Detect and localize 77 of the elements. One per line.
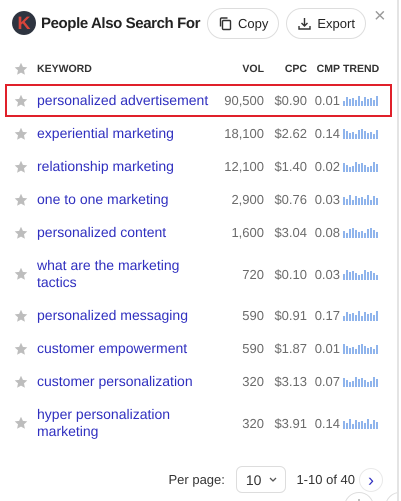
table-cell-text: 0.17 <box>314 308 340 323</box>
keyword-link[interactable]: personalized messaging <box>37 301 209 330</box>
copy-icon <box>218 16 234 30</box>
next-page-button[interactable]: › <box>359 468 383 492</box>
table-row[interactable]: personalized content 1,600 $3.04 0.08 <box>5 216 392 249</box>
trend-sparkline <box>343 376 379 387</box>
per-page-label: Per page: <box>168 472 225 487</box>
selected-row[interactable]: personalized advertisement 90,500 $0.90 0.01 <box>5 84 392 117</box>
table-cell-text: 0.14 <box>314 126 340 141</box>
table-cell-text: 0.02 <box>314 159 340 174</box>
table-cell-text: $3.91 <box>273 416 307 430</box>
column-header: KEYWORD <box>37 63 93 75</box>
trend-sparkline <box>343 268 379 280</box>
trend-sparkline <box>343 161 379 172</box>
table-cell-text: $0.90 <box>273 93 307 108</box>
table-cell-text: 1,600 <box>230 225 264 240</box>
table-cell-text: $0.76 <box>273 192 307 207</box>
star-icon <box>14 62 28 76</box>
table-cell-text: 0.14 <box>314 416 340 430</box>
keyword-link[interactable]: personalized advertisement <box>37 86 209 115</box>
column-header: VOL <box>241 63 264 75</box>
export-button[interactable]: Export <box>286 8 366 38</box>
table-cell-text: 0.08 <box>314 225 340 240</box>
trend-sparkline <box>343 194 379 205</box>
keyword-link[interactable]: hyper personalization marketing <box>37 400 209 446</box>
keyword-link[interactable]: personalized content <box>37 218 209 247</box>
trend-sparkline <box>343 227 379 238</box>
table-row[interactable]: experiential marketing 18,100 $2.62 0.14 <box>5 117 392 150</box>
column-header: CMP <box>316 63 340 75</box>
table-cell-text: 320 <box>241 416 264 430</box>
table-row[interactable]: customer empowerment 590 $1.87 0.01 <box>5 332 392 365</box>
table-cell-text: 18,100 <box>223 126 264 141</box>
table-cell-text: 90,500 <box>223 93 264 108</box>
keyword-link[interactable]: relationship marketing <box>37 152 209 181</box>
trend-sparkline <box>343 95 379 106</box>
table-cell-text: $1.87 <box>273 341 307 356</box>
per-page-select[interactable]: 10 <box>236 466 286 493</box>
logo: K <box>12 11 36 35</box>
table-cell-text: 0.01 <box>314 341 340 356</box>
download-icon <box>297 16 312 30</box>
keyword-link[interactable]: customer empowerment <box>37 334 209 363</box>
table-cell-text: $3.13 <box>273 374 307 389</box>
table-cell-text: 12,100 <box>223 159 264 174</box>
chevron-down-icon <box>269 477 278 482</box>
trend-sparkline <box>343 128 379 139</box>
page-range: 1-10 of 40 <box>296 472 355 487</box>
table-cell-text: $1.40 <box>273 159 307 174</box>
table-cell-text: 590 <box>241 341 264 356</box>
table-cell-text: $2.62 <box>273 126 307 141</box>
table-cell-text: $3.04 <box>273 225 307 240</box>
table-cell-text: 2,900 <box>230 192 264 207</box>
table-row[interactable]: personalized messaging 590 $0.91 0.17 <box>5 299 392 332</box>
table-row[interactable]: hyper personalization marketing 320 $3.91 0.14 <box>5 398 392 448</box>
table-cell-text: 0.03 <box>314 266 340 282</box>
table-cell-text: $0.10 <box>273 266 307 282</box>
table-cell-text: 0.01 <box>314 93 340 108</box>
table-cell-text: 590 <box>241 308 264 323</box>
table-row[interactable]: relationship marketing 12,100 $1.40 0.02 <box>5 150 392 183</box>
table-cell-text: 720 <box>241 266 264 282</box>
column-header: CPC <box>284 63 307 75</box>
trend-sparkline <box>343 418 379 428</box>
panel-title: People Also Search For <box>41 14 200 32</box>
table-cell-text: 0.07 <box>314 374 340 389</box>
table-row[interactable]: what are the marketing tactics 720 $0.10 0.03 <box>5 249 392 299</box>
table-cell-text: 320 <box>241 374 264 389</box>
keyword-link[interactable]: one to one marketing <box>37 185 209 214</box>
table-cell-text: $0.91 <box>273 308 307 323</box>
trend-sparkline <box>343 310 379 321</box>
keyword-link[interactable]: customer personalization <box>37 367 209 396</box>
copy-button[interactable]: Copy <box>207 8 280 38</box>
table-cell-text: 0.03 <box>314 192 340 207</box>
trend-sparkline <box>343 343 379 354</box>
keyword-link[interactable]: experiential marketing <box>37 119 209 148</box>
keyword-link[interactable]: what are the marketing tactics <box>37 251 209 297</box>
table-row[interactable]: one to one marketing 2,900 $0.76 0.03 <box>5 183 392 216</box>
column-header: TREND <box>343 63 379 75</box>
table-row[interactable]: customer personalization 320 $3.13 0.07 <box>5 365 392 398</box>
